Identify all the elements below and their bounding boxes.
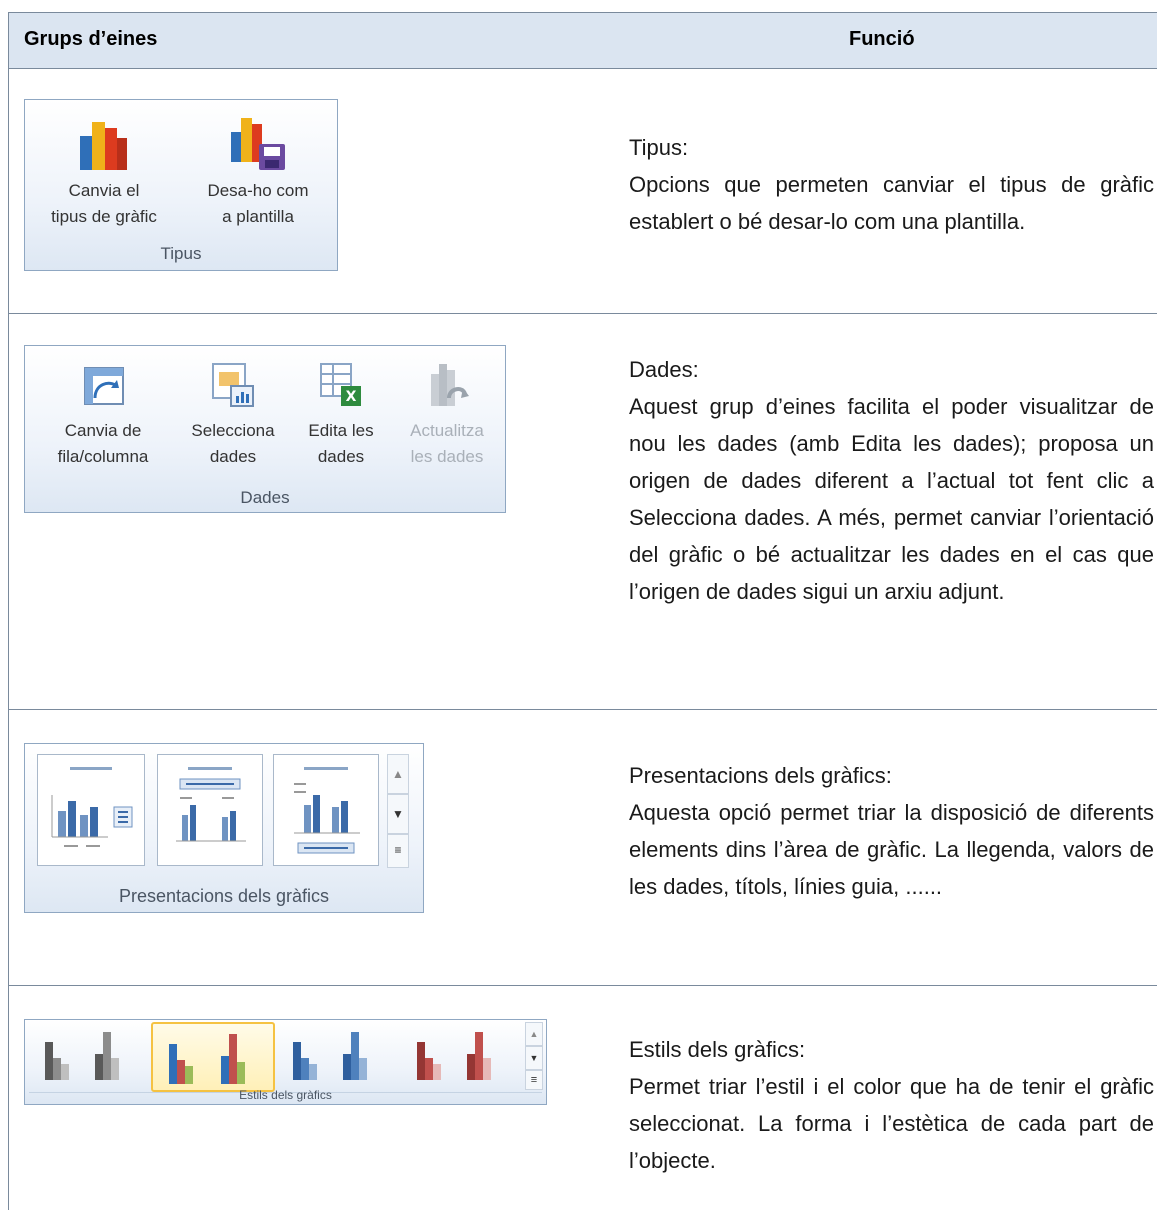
switch-row-column-label-1: Canvia de bbox=[64, 421, 142, 440]
layout-thumbnail[interactable] bbox=[37, 754, 145, 866]
switch-row-column-label-2: fila/columna bbox=[57, 447, 149, 466]
table-header: Grups d’eines Funció bbox=[9, 13, 1157, 69]
edit-data-button[interactable]: X Edita les dades bbox=[289, 358, 393, 470]
edit-data-icon: X bbox=[320, 363, 361, 406]
group-label-presentacions: Presentacions dels gràfics bbox=[118, 886, 330, 906]
change-chart-type-button[interactable]: Canvia el tipus de gràfic bbox=[29, 114, 179, 230]
description-text: Permet triar l’estil i el color que ha d… bbox=[629, 1074, 1154, 1173]
ribbon-group-presentacions: ▲ ▼ ≡ Presentacions dels gràfics bbox=[24, 743, 424, 913]
layout-thumbnail[interactable] bbox=[157, 754, 263, 866]
save-template-icon bbox=[231, 118, 285, 170]
group-label-tipus: Tipus bbox=[160, 244, 202, 263]
description-text: Aquest grup d’eines facilita el poder vi… bbox=[629, 394, 1154, 604]
description-text: Aquesta opció permet triar la disposició… bbox=[629, 800, 1154, 899]
refresh-data-label-1: Actualitza bbox=[410, 421, 484, 440]
select-data-button[interactable]: Selecciona dades bbox=[175, 358, 291, 470]
ribbon-group-tipus: Canvia el tipus de gràfic Desa-ho com a … bbox=[24, 99, 338, 271]
ribbon-group-dades: Canvia de fila/columna Selecciona dades … bbox=[24, 345, 506, 513]
select-data-label-1: Selecciona bbox=[191, 421, 275, 440]
gallery-scroll-up[interactable]: ▲ bbox=[387, 754, 409, 794]
svg-text:X: X bbox=[346, 389, 357, 405]
switch-row-column-icon bbox=[84, 367, 124, 405]
style-option[interactable] bbox=[283, 1028, 393, 1084]
group-label-estils: Estils dels gràfics bbox=[239, 1088, 332, 1102]
chart-style-icon bbox=[293, 1032, 367, 1080]
refresh-data-label-2: les dades bbox=[410, 447, 484, 466]
select-data-icon bbox=[212, 363, 254, 407]
description-text: Opcions que permeten canviar el tipus de… bbox=[629, 172, 1154, 234]
chart-style-icon bbox=[45, 1032, 119, 1080]
edit-data-label-1: Edita les bbox=[308, 421, 374, 440]
gallery-more[interactable]: ≡ bbox=[525, 1070, 543, 1090]
save-as-template-label-1: Desa-ho com bbox=[207, 181, 309, 200]
save-as-template-label-2: a plantilla bbox=[222, 207, 294, 226]
gallery-scroll-up[interactable]: ▲ bbox=[525, 1022, 543, 1046]
description-title: Estils dels gràfics: bbox=[629, 1037, 806, 1062]
row-divider bbox=[9, 709, 1157, 710]
chart-layout-icon bbox=[176, 767, 246, 842]
ribbon-group-estils: ▲ ▼ ≡ Estils dels gràfics bbox=[24, 1019, 547, 1105]
chart-layout-icon bbox=[51, 767, 133, 847]
gallery-scroll-down[interactable]: ▼ bbox=[525, 1046, 543, 1070]
save-as-template-button[interactable]: Desa-ho com a plantilla bbox=[183, 114, 333, 230]
header-groups: Grups d’eines bbox=[24, 28, 158, 50]
chart-style-icon bbox=[417, 1032, 491, 1080]
description-title: Dades: bbox=[629, 357, 699, 382]
gallery-scroll-down[interactable]: ▼ bbox=[387, 794, 409, 834]
layout-thumbnail[interactable] bbox=[273, 754, 379, 866]
refresh-data-icon bbox=[431, 364, 469, 406]
style-option[interactable] bbox=[407, 1028, 517, 1084]
chart-style-icon bbox=[169, 1034, 245, 1084]
description-title: Tipus: bbox=[629, 135, 689, 160]
style-option-selected[interactable] bbox=[151, 1022, 275, 1092]
row-divider bbox=[9, 985, 1157, 986]
style-option[interactable] bbox=[37, 1028, 147, 1084]
chart-type-icon bbox=[80, 122, 127, 170]
gallery-more[interactable]: ≡ bbox=[387, 834, 409, 868]
header-function: Funció bbox=[849, 28, 915, 50]
description-tipus: Tipus: Opcions que permeten canviar el t… bbox=[629, 129, 1154, 240]
edit-data-label-2: dades bbox=[317, 447, 365, 466]
group-label-dades: Dades bbox=[240, 488, 290, 507]
description-dades: Dades: Aquest grup d’eines facilita el p… bbox=[629, 351, 1154, 610]
switch-row-column-button[interactable]: Canvia de fila/columna bbox=[27, 358, 179, 470]
refresh-data-button[interactable]: Actualitza les dades bbox=[391, 358, 503, 470]
change-chart-type-label-1: Canvia el bbox=[68, 181, 140, 200]
chart-layout-icon bbox=[294, 767, 360, 854]
functions-table: Grups d’eines Funció Canvia el tipus de … bbox=[8, 12, 1157, 1210]
description-title: Presentacions dels gràfics: bbox=[629, 763, 892, 788]
row-divider bbox=[9, 313, 1157, 314]
select-data-label-2: dades bbox=[209, 447, 257, 466]
description-presentacions: Presentacions dels gràfics: Aquesta opci… bbox=[629, 757, 1154, 905]
description-estils: Estils dels gràfics: Permet triar l’esti… bbox=[629, 1031, 1154, 1179]
change-chart-type-label-2: tipus de gràfic bbox=[51, 207, 157, 226]
